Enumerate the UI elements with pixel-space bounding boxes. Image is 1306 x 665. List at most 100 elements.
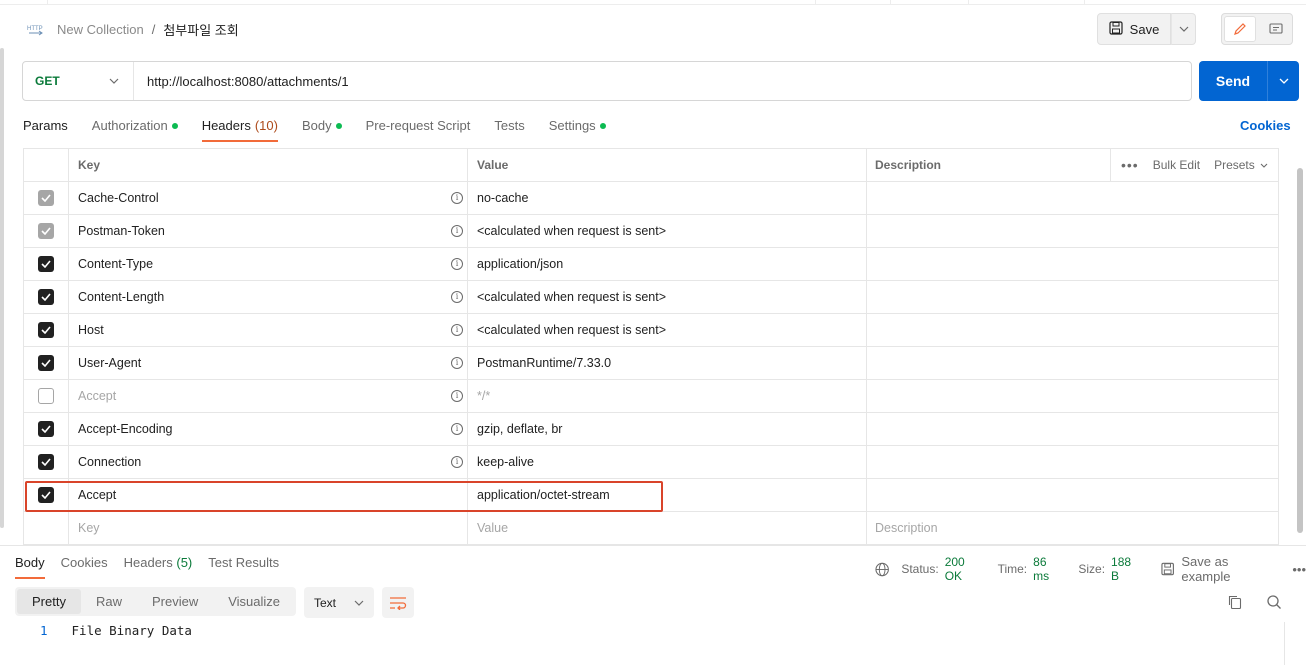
more-options-icon[interactable]: •••	[1292, 562, 1306, 577]
info-icon[interactable]: i	[451, 357, 463, 369]
row-checkbox[interactable]	[38, 454, 54, 470]
view-raw[interactable]: Raw	[81, 589, 137, 614]
row-checkbox[interactable]	[38, 388, 54, 404]
key-cell[interactable]: Content-Length i	[69, 281, 468, 313]
view-preview[interactable]: Preview	[137, 589, 213, 614]
row-checkbox[interactable]	[38, 190, 54, 206]
row-checkbox[interactable]	[38, 322, 54, 338]
value-cell[interactable]: application/octet-stream	[468, 479, 867, 511]
value-cell[interactable]: keep-alive	[468, 446, 867, 478]
globe-icon[interactable]	[875, 562, 889, 577]
search-icon[interactable]	[1266, 594, 1282, 610]
description-cell[interactable]	[867, 380, 1278, 412]
description-cell[interactable]	[867, 281, 1278, 313]
key-cell[interactable]: Content-Type i	[69, 248, 468, 280]
tab-settings[interactable]: Settings	[549, 112, 606, 142]
response-tab-body[interactable]: Body	[15, 553, 45, 579]
tab-headers[interactable]: Headers (10)	[201, 112, 279, 142]
sidebar-edge[interactable]	[0, 48, 4, 528]
tab-label: Body	[15, 555, 45, 570]
info-icon[interactable]: i	[451, 225, 463, 237]
header-key: Accept	[78, 389, 117, 403]
value-cell[interactable]: <calculated when request is sent>	[468, 314, 867, 346]
description-cell[interactable]	[867, 479, 1278, 511]
key-cell[interactable]: User-Agent i	[69, 347, 468, 379]
description-cell[interactable]	[867, 182, 1278, 214]
description-cell[interactable]	[867, 314, 1278, 346]
value-cell[interactable]: no-cache	[468, 182, 867, 214]
key-cell[interactable]: Accept	[69, 479, 468, 511]
method-select[interactable]: GET	[23, 62, 134, 100]
key-cell[interactable]: Accept i	[69, 380, 468, 412]
key-cell[interactable]: Postman-Token i	[69, 215, 468, 247]
wrap-lines-button[interactable]	[382, 587, 414, 618]
header-key: Accept	[78, 488, 117, 502]
send-button[interactable]: Send	[1199, 61, 1267, 101]
response-tab-test-results[interactable]: Test Results	[208, 553, 279, 579]
view-visualize[interactable]: Visualize	[213, 589, 295, 614]
description-cell[interactable]	[867, 215, 1278, 247]
description-cell[interactable]	[867, 248, 1278, 280]
view-pretty[interactable]: Pretty	[17, 589, 81, 614]
tab-pre-request-script[interactable]: Pre-request Script	[366, 112, 471, 142]
save-options-button[interactable]	[1171, 13, 1196, 45]
key-cell[interactable]: Cache-Control i	[69, 182, 468, 214]
row-checkbox[interactable]	[38, 223, 54, 239]
key-cell[interactable]: Accept-Encoding i	[69, 413, 468, 445]
request-name[interactable]: 첨부파일 조회	[163, 20, 238, 39]
top-tab-strip	[0, 0, 1306, 5]
key-cell[interactable]: Connection i	[69, 446, 468, 478]
tab-edge	[968, 0, 969, 5]
value-cell[interactable]: <calculated when request is sent>	[468, 281, 867, 313]
checkmark-icon	[41, 227, 51, 235]
info-icon[interactable]: i	[451, 390, 463, 402]
response-tab-cookies[interactable]: Cookies	[61, 553, 108, 579]
info-icon[interactable]: i	[451, 456, 463, 468]
presets-button[interactable]: Presets	[1214, 158, 1268, 172]
send-options-button[interactable]	[1267, 61, 1299, 101]
key-placeholder-cell[interactable]: Key	[69, 512, 468, 544]
comments-button[interactable]	[1260, 16, 1292, 42]
checkmark-icon	[41, 260, 51, 268]
value-cell[interactable]: application/json	[468, 248, 867, 280]
more-options-icon[interactable]: •••	[1121, 157, 1139, 173]
save-button[interactable]: Save	[1097, 13, 1171, 45]
format-select[interactable]: Text	[304, 587, 374, 618]
save-as-example-button[interactable]: Save as example	[1161, 554, 1276, 584]
tab-tests[interactable]: Tests	[494, 112, 524, 142]
breadcrumb-collection[interactable]: New Collection	[57, 22, 144, 37]
cookies-link[interactable]: Cookies	[1240, 118, 1291, 133]
vertical-scrollbar[interactable]	[1297, 168, 1303, 533]
response-tab-headers[interactable]: Headers (5)	[124, 553, 193, 579]
description-cell[interactable]	[867, 347, 1278, 379]
info-icon[interactable]: i	[451, 291, 463, 303]
row-checkbox[interactable]	[38, 355, 54, 371]
pane-divider[interactable]	[0, 545, 1306, 546]
key-cell[interactable]: Host i	[69, 314, 468, 346]
value-placeholder-cell[interactable]: Value	[468, 512, 867, 544]
value-cell[interactable]: gzip, deflate, br	[468, 413, 867, 445]
description-placeholder-cell[interactable]: Description	[867, 512, 1278, 544]
edit-mode-button[interactable]	[1224, 16, 1256, 42]
value-cell[interactable]: PostmanRuntime/7.33.0	[468, 347, 867, 379]
row-checkbox[interactable]	[38, 289, 54, 305]
editor-scrollbar[interactable]	[1284, 622, 1285, 665]
tab-body[interactable]: Body	[302, 112, 342, 142]
bulk-edit-button[interactable]: Bulk Edit	[1153, 158, 1200, 172]
tab-params[interactable]: Params	[23, 112, 68, 142]
row-checkbox[interactable]	[38, 421, 54, 437]
row-checkbox[interactable]	[38, 256, 54, 272]
value-cell[interactable]: */*	[468, 380, 867, 412]
tab-authorization[interactable]: Authorization	[92, 112, 178, 142]
info-icon[interactable]: i	[451, 423, 463, 435]
description-cell[interactable]	[867, 413, 1278, 445]
url-input[interactable]	[134, 73, 1034, 89]
copy-icon[interactable]	[1227, 594, 1243, 610]
row-checkbox[interactable]	[38, 487, 54, 503]
info-icon[interactable]: i	[451, 258, 463, 270]
value-cell[interactable]: <calculated when request is sent>	[468, 215, 867, 247]
info-icon[interactable]: i	[451, 192, 463, 204]
description-cell[interactable]	[867, 446, 1278, 478]
info-icon[interactable]: i	[451, 324, 463, 336]
checkmark-icon	[41, 293, 51, 301]
